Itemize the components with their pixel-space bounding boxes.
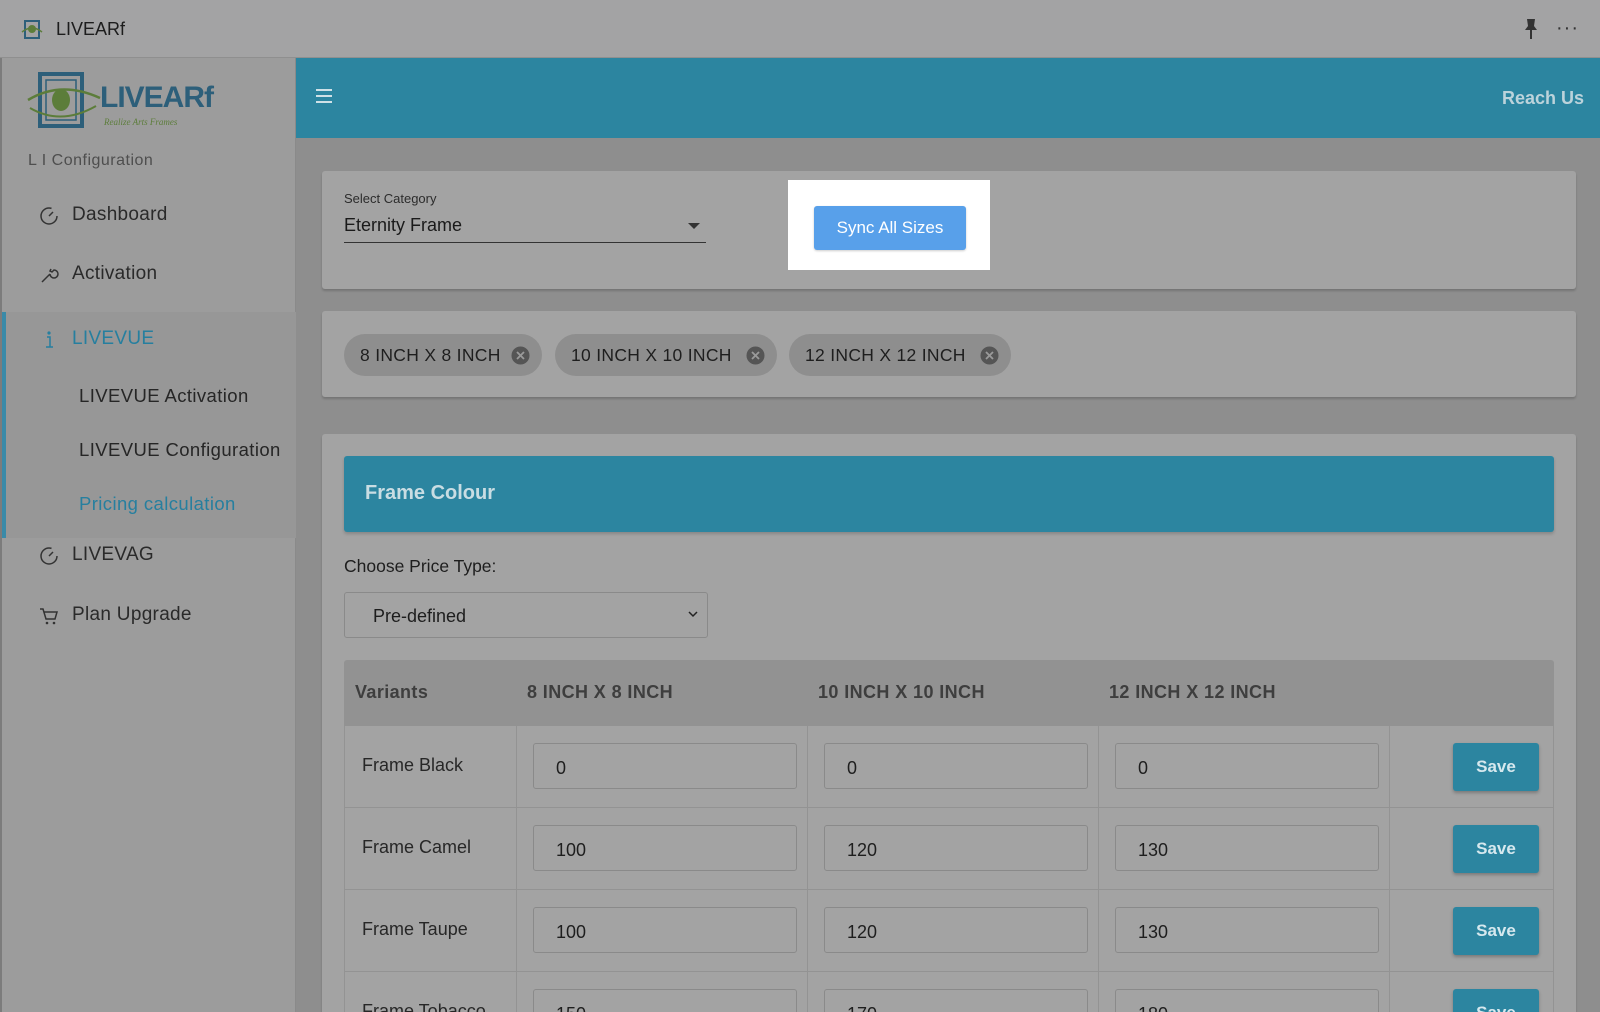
price-input[interactable]: 120 bbox=[824, 825, 1088, 871]
size-chip-label: 12 INCH X 12 INCH bbox=[805, 345, 966, 365]
save-button[interactable]: Save bbox=[1453, 907, 1539, 955]
svg-text:Realize Arts Frames: Realize Arts Frames bbox=[103, 117, 178, 127]
table-row: Frame Taupe 100 120 130 Save bbox=[344, 890, 1554, 972]
variant-name: Frame Camel bbox=[362, 837, 472, 857]
column-header: 10 INCH X 10 INCH bbox=[818, 682, 985, 702]
sidebar-item-livevue[interactable]: LIVEVUE bbox=[2, 312, 296, 366]
submenu-item-livevue-configuration[interactable]: LIVEVUE Configuration bbox=[79, 439, 281, 461]
category-select[interactable]: Eternity Frame bbox=[344, 213, 706, 243]
size-chip: 12 INCH X 12 INCH bbox=[789, 334, 1011, 376]
select-category-label: Select Category bbox=[344, 191, 437, 206]
frame-colour-card: Frame Colour Choose Price Type: Pre-defi… bbox=[322, 434, 1576, 1012]
remove-chip-icon[interactable] bbox=[511, 346, 530, 365]
sizes-card: 8 INCH X 8 INCH 10 INCH X 10 INCH 12 INC… bbox=[322, 311, 1576, 397]
price-input[interactable]: 0 bbox=[1115, 743, 1379, 789]
price-input[interactable]: 120 bbox=[824, 907, 1088, 953]
save-button[interactable]: Save bbox=[1453, 743, 1539, 791]
sidebar-item-label: LIVEVAG bbox=[72, 544, 155, 565]
sync-all-sizes-button[interactable]: Sync All Sizes bbox=[814, 206, 966, 250]
category-select-value: Eternity Frame bbox=[344, 215, 463, 235]
submenu-item-livevue-activation[interactable]: LIVEVUE Activation bbox=[79, 385, 249, 407]
price-input[interactable]: 130 bbox=[1115, 907, 1379, 953]
price-input[interactable]: 150 bbox=[533, 989, 797, 1012]
size-chip: 10 INCH X 10 INCH bbox=[555, 334, 777, 376]
reach-us-link[interactable]: Reach Us bbox=[1502, 88, 1584, 109]
hamburger-icon[interactable] bbox=[316, 89, 332, 103]
svg-text:LIVEARf: LIVEARf bbox=[100, 81, 215, 114]
sidebar-item-label: Dashboard bbox=[72, 204, 168, 225]
frame-colour-title: Frame Colour bbox=[365, 482, 496, 504]
sidebar-item-livevag[interactable]: LIVEVAG bbox=[2, 528, 296, 582]
app-logo-icon bbox=[21, 20, 43, 39]
remove-chip-icon[interactable] bbox=[980, 346, 999, 365]
sidebar-item-activation[interactable]: Activation bbox=[2, 247, 296, 301]
column-header: 8 INCH X 8 INCH bbox=[527, 682, 674, 702]
dashboard-gauge-icon bbox=[40, 207, 58, 225]
wrench-icon bbox=[41, 268, 59, 283]
size-chip-label: 8 INCH X 8 INCH bbox=[360, 345, 501, 365]
size-chip-label: 10 INCH X 10 INCH bbox=[571, 345, 732, 365]
column-header: Variants bbox=[355, 682, 429, 702]
price-type-value: Pre-defined bbox=[373, 606, 467, 626]
price-input[interactable]: 100 bbox=[533, 825, 797, 871]
top-header: Reach Us bbox=[296, 58, 1600, 138]
variant-name: Frame Taupe bbox=[362, 919, 468, 939]
remove-chip-icon[interactable] bbox=[746, 346, 765, 365]
price-input[interactable]: 0 bbox=[824, 743, 1088, 789]
save-button[interactable]: Save bbox=[1453, 989, 1539, 1012]
person-icon bbox=[46, 331, 53, 348]
price-type-label: Choose Price Type: bbox=[344, 556, 497, 576]
livevue-submenu: LIVEVUE LIVEVUE Activation LIVEVUE Confi… bbox=[2, 312, 296, 538]
livearf-logo[interactable]: LIVEARf Realize Arts Frames bbox=[26, 70, 226, 132]
variant-name: Frame Tobacco bbox=[362, 1001, 486, 1012]
window-title: LIVEARf bbox=[56, 19, 126, 39]
column-header: 12 INCH X 12 INCH bbox=[1109, 682, 1276, 702]
variant-name: Frame Black bbox=[362, 755, 464, 775]
submenu-item-pricing-calculation[interactable]: Pricing calculation bbox=[79, 493, 236, 515]
dropdown-caret-icon bbox=[688, 223, 700, 229]
more-options-icon[interactable]: ··· bbox=[1556, 18, 1579, 38]
sidebar-item-label: Activation bbox=[72, 263, 158, 284]
window-title-bar: LIVEARf ··· bbox=[0, 0, 1600, 58]
size-chip: 8 INCH X 8 INCH bbox=[344, 334, 542, 376]
save-button[interactable]: Save bbox=[1453, 825, 1539, 873]
chevron-down-icon bbox=[688, 611, 698, 618]
table-row: Frame Tobacco 150 170 180 Save bbox=[344, 972, 1554, 1012]
price-input[interactable]: 100 bbox=[533, 907, 797, 953]
sidebar-item-plan-upgrade[interactable]: Plan Upgrade bbox=[2, 588, 296, 642]
sidebar-item-label: LIVEVUE bbox=[72, 328, 155, 349]
configuration-label: L I Configuration bbox=[28, 152, 154, 169]
price-input[interactable]: 0 bbox=[533, 743, 797, 789]
price-type-select[interactable]: Pre-defined bbox=[344, 592, 708, 638]
frame-colour-header: Frame Colour bbox=[344, 456, 1554, 532]
pin-icon[interactable] bbox=[1522, 18, 1540, 40]
dashboard-gauge-icon bbox=[40, 547, 58, 565]
price-input[interactable]: 170 bbox=[824, 989, 1088, 1012]
price-input[interactable]: 180 bbox=[1115, 989, 1379, 1012]
sidebar: LIVEARf Realize Arts Frames L I Configur… bbox=[0, 58, 296, 1012]
price-input[interactable]: 130 bbox=[1115, 825, 1379, 871]
table-row: Frame Black 0 0 0 Save bbox=[344, 726, 1554, 808]
sidebar-item-label: Plan Upgrade bbox=[72, 604, 192, 625]
cart-icon bbox=[40, 608, 58, 625]
table-header: Variants 8 INCH X 8 INCH 10 INCH X 10 IN… bbox=[344, 660, 1554, 726]
sidebar-item-dashboard[interactable]: Dashboard bbox=[2, 188, 296, 242]
table-row: Frame Camel 100 120 130 Save bbox=[344, 808, 1554, 890]
